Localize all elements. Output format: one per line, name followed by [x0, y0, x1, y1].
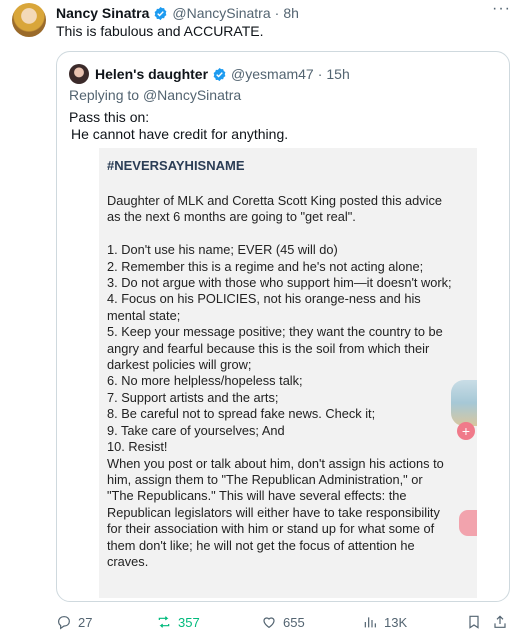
image-text-line: "The Republicans." This will have severa… [107, 488, 407, 504]
views-icon [364, 617, 376, 628]
image-text-line: for their association with him or stand … [107, 521, 435, 537]
image-text-line: 8. Be careful not to spread fake news. C… [107, 406, 376, 422]
image-text-line: 6. No more helpless/hopeless talk; [107, 373, 303, 389]
image-text-line: as the next 6 months are going to "get r… [107, 209, 356, 225]
image-text: Daughter of MLK and Coretta Scott King p… [107, 193, 473, 570]
image-text-line: 1. Don't use his name; EVER (45 will do) [107, 242, 338, 258]
repost-button[interactable]: 357 [156, 612, 200, 632]
bookmark-button[interactable] [466, 612, 482, 632]
image-text-line: 4. Focus on his POLICIES, not his orange… [107, 291, 421, 307]
reply-button[interactable]: 27 [56, 612, 92, 632]
author-handle[interactable]: @NancySinatra [172, 5, 270, 21]
reply-icon [58, 616, 70, 630]
views-count: 13K [384, 614, 408, 630]
image-text-line: them don't like; he will not get the foc… [107, 537, 415, 553]
verified-badge-icon [155, 6, 167, 20]
repost-icon [158, 616, 170, 628]
heart-sticker [459, 510, 477, 536]
separator: · [317, 66, 323, 82]
share-icon [494, 615, 506, 628]
timestamp[interactable]: 8h [283, 5, 299, 21]
like-button[interactable]: 655 [261, 612, 305, 632]
share-button[interactable] [492, 612, 508, 632]
quoted-tweet[interactable]: Helen's daughter @yesmam47 · 15h Replyin… [56, 51, 510, 602]
quoted-text-line-1: Pass this on: [69, 109, 150, 125]
side-thumbnail [451, 380, 477, 426]
image-text-line: angry and fearful because this is the so… [107, 340, 430, 356]
quoted-text-line-2: He cannot have credit for anything. [71, 126, 289, 142]
quoted-avatar[interactable] [69, 64, 89, 84]
like-count: 655 [283, 614, 305, 630]
image-text-line [107, 226, 473, 242]
image-hashtag: #NEVERSAYHISNAME [107, 158, 245, 173]
image-text-line: When you post or talk about him, don't a… [107, 455, 444, 471]
more-icon[interactable]: ··· [492, 0, 511, 18]
reply-count: 27 [78, 614, 93, 630]
quoted-author-name[interactable]: Helen's daughter [95, 66, 208, 82]
heart-icon [263, 617, 275, 629]
bookmark-icon [469, 615, 479, 629]
image-text-line: darkest policies will grow; [107, 357, 252, 373]
avatar[interactable] [12, 3, 46, 37]
quoted-image[interactable]: #NEVERSAYHISNAME Daughter of MLK and Cor… [99, 148, 477, 598]
verified-badge-icon [213, 67, 226, 81]
image-text-line: 3. Do not argue with those who support h… [107, 275, 452, 291]
author-name[interactable]: Nancy Sinatra [56, 5, 149, 21]
replying-to-mention[interactable]: @NancySinatra [143, 87, 241, 103]
separator: · [274, 5, 280, 21]
image-text-line: Republican legislators will either have … [107, 504, 440, 520]
replying-to: Replying to @NancySinatra [69, 87, 241, 103]
image-text-line: him, assign them to "The Republican Admi… [107, 471, 423, 487]
quoted-author-handle[interactable]: @yesmam47 [231, 66, 314, 82]
image-text-line: 5. Keep your message positive; they want… [107, 324, 443, 340]
image-text-line: mental state; [107, 307, 181, 323]
views-button[interactable]: 13K [362, 612, 407, 632]
image-text-line: 10. Resist! [107, 439, 168, 455]
replying-to-label: Replying to [69, 87, 140, 103]
tweet-header: Nancy Sinatra @NancySinatra · 8h [56, 4, 299, 22]
plus-icon: + [457, 422, 475, 440]
tweet-text: This is fabulous and ACCURATE. [56, 23, 264, 39]
image-text-line: 7. Support artists and the arts; [107, 389, 279, 405]
repost-count: 357 [178, 614, 200, 630]
quoted-timestamp[interactable]: 15h [326, 66, 349, 82]
action-bar: 27 357 655 13K [56, 612, 510, 632]
image-text-line: Daughter of MLK and Coretta Scott King p… [107, 193, 443, 208]
image-text-line: 2. Remember this is a regime and he's no… [107, 258, 424, 274]
quoted-header: Helen's daughter @yesmam47 · 15h [95, 64, 350, 84]
image-text-line: craves. [107, 553, 149, 569]
image-text-line: 9. Take care of yourselves; And [107, 422, 285, 438]
